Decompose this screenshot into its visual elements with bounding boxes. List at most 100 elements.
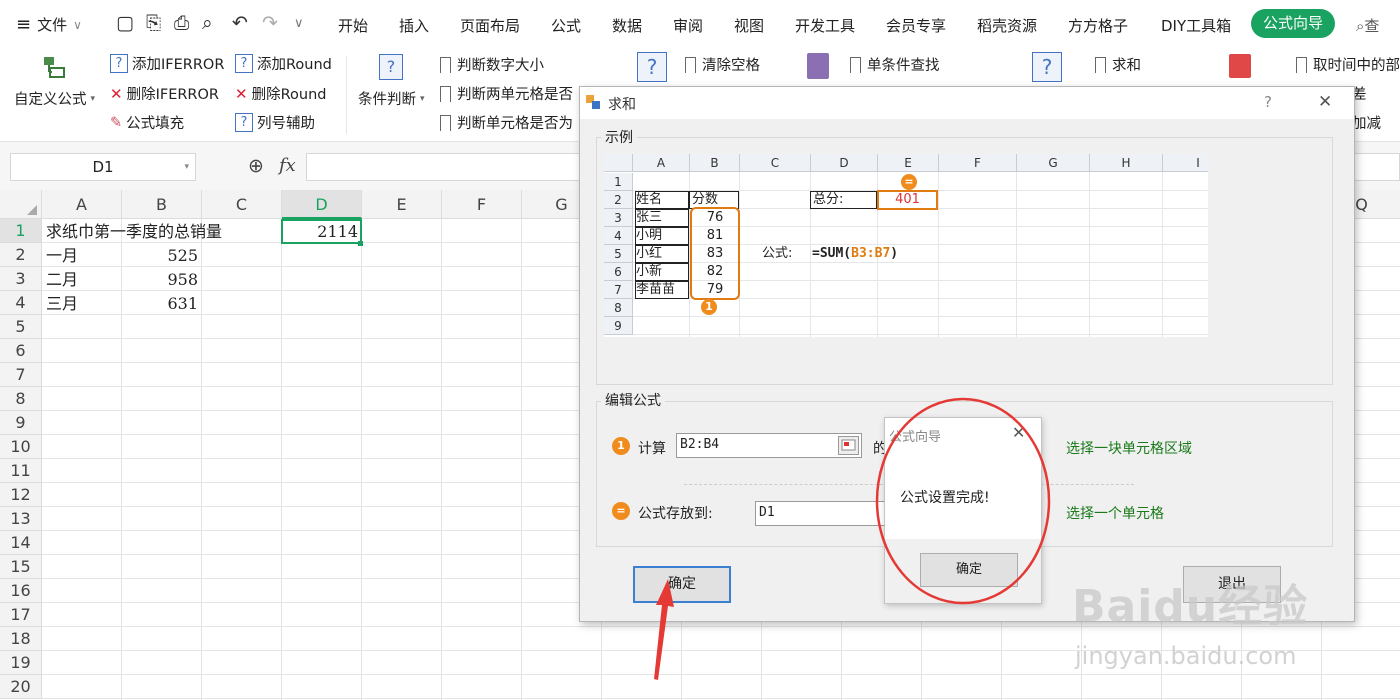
tab-view[interactable]: 视图 [734, 15, 764, 36]
select-all-corner[interactable] [0, 190, 42, 219]
row-header-6[interactable]: 6 [0, 339, 42, 363]
mini-column-b: B [690, 154, 740, 172]
search-button[interactable]: ⌕查 [1356, 15, 1379, 36]
row-header-11[interactable]: 11 [0, 459, 42, 483]
condition-judge-icon[interactable]: ? [379, 54, 403, 80]
row-header-8[interactable]: 8 [0, 387, 42, 411]
sum-button[interactable]: 求和 [1095, 54, 1141, 75]
add-round-button[interactable]: ? 添加Round [235, 53, 332, 74]
tab-review[interactable]: 审阅 [673, 15, 703, 36]
cell-a1[interactable]: 求纸巾第一季度的总销量 [46, 220, 222, 244]
cell-b4[interactable]: 631 [122, 292, 198, 316]
column-helper-label: 列号辅助 [257, 116, 315, 132]
judge-size-button[interactable]: 判断数字大小 [440, 54, 544, 75]
judge-two-cells-button[interactable]: 判断两单元格是否 [440, 83, 573, 104]
bookmark-icon [685, 56, 696, 73]
name-box[interactable]: D1 ▾ [10, 153, 196, 181]
row-header-15[interactable]: 15 [0, 555, 42, 579]
column-header-c[interactable]: C [202, 190, 282, 219]
row-header-19[interactable]: 19 [0, 651, 42, 675]
row-header-14[interactable]: 14 [0, 531, 42, 555]
mini-row-4: 4 [604, 227, 633, 245]
extract-time-button[interactable]: 取时间中的部 [1296, 54, 1400, 75]
tab-page-layout[interactable]: 页面布局 [460, 15, 520, 36]
fx-icon[interactable]: fx [279, 155, 296, 176]
row-header-16[interactable]: 16 [0, 579, 42, 603]
formula-fill-button[interactable]: ✎ 公式填充 [110, 112, 184, 133]
mini-row-3: 3 [604, 209, 633, 227]
tab-diy-toolbox[interactable]: DIY工具箱 [1161, 15, 1231, 36]
file-menu-label: 文件 [37, 16, 68, 34]
help-icon[interactable]: ? [637, 52, 667, 82]
delete-iferror-button[interactable]: ✕ 删除IFERROR [110, 83, 219, 104]
save-icon[interactable]: ▢ [116, 12, 134, 34]
tab-insert[interactable]: 插入 [399, 15, 429, 36]
export-icon[interactable]: ⎘ [146, 12, 161, 34]
tab-developer[interactable]: 开发工具 [795, 15, 855, 36]
row-header-13[interactable]: 13 [0, 507, 42, 531]
cell-d1[interactable]: 2114 [281, 220, 358, 244]
print-preview-icon[interactable]: ⌕ [202, 12, 213, 34]
cell-a3[interactable]: 二月 [46, 268, 78, 292]
tab-member[interactable]: 会员专享 [886, 15, 946, 36]
zoom-icon[interactable]: ⊕ [248, 155, 264, 177]
tab-formula-wizard[interactable]: 公式向导 [1251, 9, 1335, 38]
clear-space-button[interactable]: 清除空格 [685, 54, 760, 75]
column-header-f[interactable]: F [442, 190, 522, 219]
row-header-10[interactable]: 10 [0, 435, 42, 459]
tab-home[interactable]: 开始 [338, 15, 368, 36]
custom-formula-icon[interactable] [40, 54, 68, 82]
grid-vline [441, 219, 442, 700]
row-header-1[interactable]: 1 [0, 219, 42, 243]
mini-header-name: 姓名 [636, 192, 663, 207]
book-icon[interactable] [807, 53, 829, 79]
close-icon[interactable]: ✕ [1318, 92, 1332, 112]
store-cell-input[interactable]: D1 [755, 501, 885, 526]
undo-icon[interactable]: ↶ [232, 12, 248, 34]
add-iferror-button[interactable]: ? 添加IFERROR [110, 53, 224, 74]
row-header-3[interactable]: 3 [0, 267, 42, 291]
column-header-d[interactable]: D [282, 190, 362, 219]
customize-chevron-icon[interactable]: ∨ [294, 16, 304, 31]
search-label: 查 [1364, 17, 1380, 35]
row-header-9[interactable]: 9 [0, 411, 42, 435]
tab-docer[interactable]: 稻壳资源 [977, 15, 1037, 36]
column-header-a[interactable]: A [42, 190, 122, 219]
file-menu[interactable]: ≡ 文件 ∨ [16, 14, 82, 35]
cell-a2[interactable]: 一月 [46, 244, 78, 268]
print-icon[interactable]: ⎙ [174, 12, 189, 34]
column-header-b[interactable]: B [122, 190, 202, 219]
cell-b2[interactable]: 525 [122, 244, 198, 268]
cell-a4[interactable]: 三月 [46, 292, 78, 316]
range-picker-icon[interactable] [838, 436, 859, 455]
help-button[interactable]: ? [1264, 93, 1272, 111]
mini-column-a: A [633, 154, 690, 172]
row-header-4[interactable]: 4 [0, 291, 42, 315]
delete-round-button[interactable]: ✕ 删除Round [235, 83, 326, 104]
row-header-20[interactable]: 20 [0, 675, 42, 699]
judge-cell-button[interactable]: 判断单元格是否为 [440, 112, 573, 133]
row-header-2[interactable]: 2 [0, 243, 42, 267]
calc-range-value: B2:B4 [680, 437, 720, 452]
tab-data[interactable]: 数据 [612, 15, 642, 36]
row-header-18[interactable]: 18 [0, 627, 42, 651]
cell-b3[interactable]: 958 [122, 268, 198, 292]
condition-judge-button[interactable]: 条件判断 ▾ [358, 88, 425, 109]
tab-formulas[interactable]: 公式 [551, 15, 581, 36]
tab-fangfang[interactable]: 方方格子 [1068, 15, 1128, 36]
custom-formula-button[interactable]: 自定义公式 ▾ [14, 88, 95, 109]
row-header-7[interactable]: 7 [0, 363, 42, 387]
calc-range-input[interactable]: B2:B4 [676, 433, 862, 458]
bookmark-icon [850, 56, 861, 73]
column-header-e[interactable]: E [362, 190, 442, 219]
partial-plusminus-button[interactable]: 加减 [1352, 112, 1381, 133]
row-header-5[interactable]: 5 [0, 315, 42, 339]
fill-handle[interactable] [358, 241, 363, 246]
redo-icon[interactable]: ↷ [262, 12, 278, 34]
row-header-17[interactable]: 17 [0, 603, 42, 627]
column-helper-button[interactable]: ? 列号辅助 [235, 112, 315, 133]
help-icon-2[interactable]: ? [1032, 52, 1062, 82]
row-header-12[interactable]: 12 [0, 483, 42, 507]
clock-icon[interactable] [1229, 54, 1251, 78]
single-lookup-button[interactable]: 单条件查找 [850, 54, 940, 75]
